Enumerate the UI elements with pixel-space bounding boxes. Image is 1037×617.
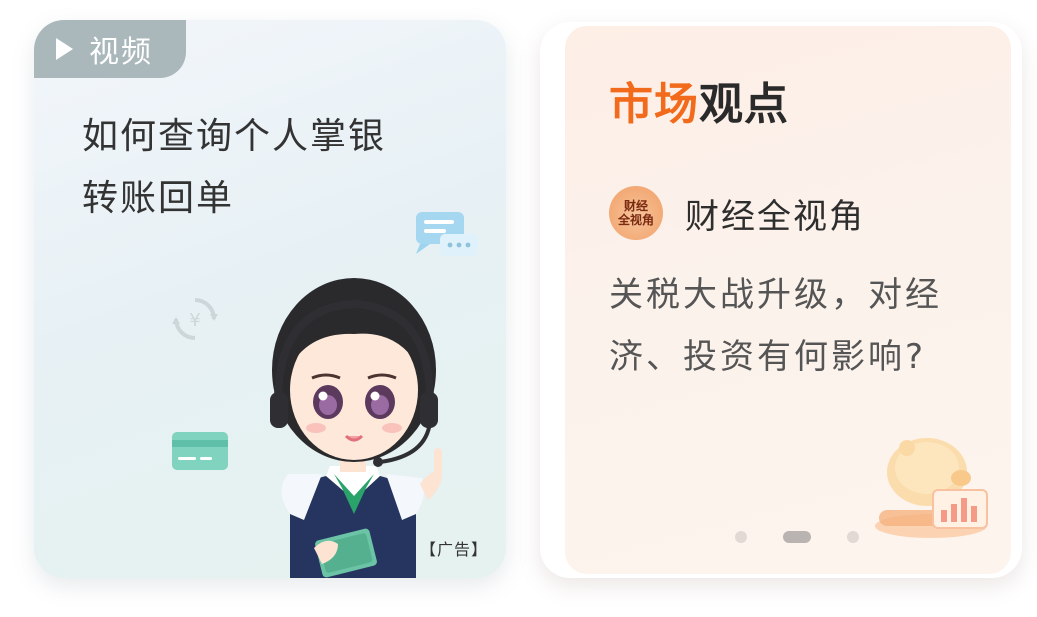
pager-dot[interactable] xyxy=(735,531,747,543)
column-logo-line2: 全视角 xyxy=(617,213,654,227)
piggy-bank-icon xyxy=(875,438,988,538)
video-tag-label: 视频 xyxy=(89,35,153,70)
video-tag: 视频 xyxy=(34,20,186,78)
page: 视频 如何查询个人掌银 转账回单 ¥ 【广告】 市场观点 财经 全视角 财经全视… xyxy=(0,0,1037,617)
market-title-rest: 观点 xyxy=(699,79,789,130)
headline-line2: 济、投资有何影响? xyxy=(609,337,927,377)
video-card[interactable]: 视频 如何查询个人掌银 转账回单 ¥ 【广告】 xyxy=(34,20,506,578)
bank-card-icon xyxy=(172,432,228,470)
column-logo-line1: 财经 xyxy=(623,199,648,213)
play-icon xyxy=(56,38,73,60)
article-headline[interactable]: 关税大战升级，对经 济、投资有何影响? xyxy=(609,264,999,388)
pager-dot[interactable] xyxy=(847,531,859,543)
carousel-pager xyxy=(717,531,877,543)
market-title: 市场观点 xyxy=(609,68,789,132)
customer-service-agent-illustration xyxy=(270,278,442,578)
column-logo-icon: 财经 全视角 xyxy=(609,186,663,240)
svg-text:¥: ¥ xyxy=(189,310,200,331)
video-title: 如何查询个人掌银 转账回单 xyxy=(82,106,442,230)
video-title-line2: 转账回单 xyxy=(82,178,235,219)
market-card[interactable]: 市场观点 财经 全视角 财经全视角 关税大战升级，对经 济、投资有何影响? xyxy=(565,26,1011,574)
yen-exchange-icon: ¥ xyxy=(172,298,218,340)
pager-dot-active[interactable] xyxy=(783,531,811,543)
headline-line1: 关税大战升级，对经 xyxy=(609,275,942,315)
column-row[interactable]: 财经 全视角 财经全视角 xyxy=(609,186,865,240)
ad-label: 【广告】 xyxy=(419,540,488,559)
video-title-line1: 如何查询个人掌银 xyxy=(82,116,387,157)
market-title-accent: 市场 xyxy=(609,79,699,130)
column-name: 财经全视角 xyxy=(685,196,865,237)
